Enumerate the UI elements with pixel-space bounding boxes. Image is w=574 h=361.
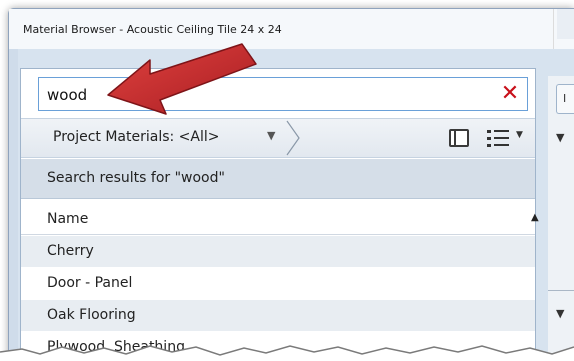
search-results-header: Search results for "wood"	[21, 159, 535, 199]
expand-section-icon[interactable]: ▼	[556, 131, 564, 144]
editor-tab[interactable]: I	[556, 84, 574, 114]
editor-divider	[548, 290, 574, 291]
material-name: Cherry	[47, 243, 94, 259]
sort-ascending-icon[interactable]: ▲	[531, 212, 539, 223]
breadcrumb-chevron-icon	[286, 120, 300, 156]
window-control-button[interactable]	[557, 9, 574, 39]
library-toolbar: Project Materials: <All> ▼ ▼	[21, 118, 535, 158]
chevron-down-icon: ▼	[267, 129, 276, 142]
name-column-header[interactable]: Name ▲	[21, 201, 539, 235]
search-input[interactable]	[47, 84, 487, 106]
list-item[interactable]: Oak Flooring	[21, 300, 535, 331]
column-name-label: Name	[47, 211, 89, 227]
window-title: Material Browser - Acoustic Ceiling Tile…	[23, 23, 282, 36]
titlebar-divider	[553, 9, 554, 49]
filter-label: Project Materials: <All>	[53, 129, 220, 145]
material-name: Oak Flooring	[47, 307, 136, 323]
list-item[interactable]: Cherry	[21, 236, 535, 267]
search-results-label: Search results for "wood"	[47, 170, 225, 186]
search-box[interactable]: ✕	[38, 77, 528, 111]
title-bar: Material Browser - Acoustic Ceiling Tile…	[9, 9, 574, 49]
project-materials-filter[interactable]: Project Materials: <All> ▼	[21, 119, 303, 157]
panel-toggle-icon[interactable]	[449, 129, 469, 147]
list-view-icon[interactable]	[485, 127, 511, 149]
material-name: Plywood, Sheathing	[47, 339, 185, 355]
list-item[interactable]: Plywood, Sheathing	[21, 332, 535, 361]
view-options-caret-icon[interactable]: ▼	[516, 130, 523, 140]
expand-section-icon[interactable]: ▼	[556, 307, 564, 320]
clear-search-icon[interactable]: ✕	[499, 82, 521, 106]
material-name: Door - Panel	[47, 275, 133, 291]
list-item[interactable]: Door - Panel	[21, 268, 535, 299]
